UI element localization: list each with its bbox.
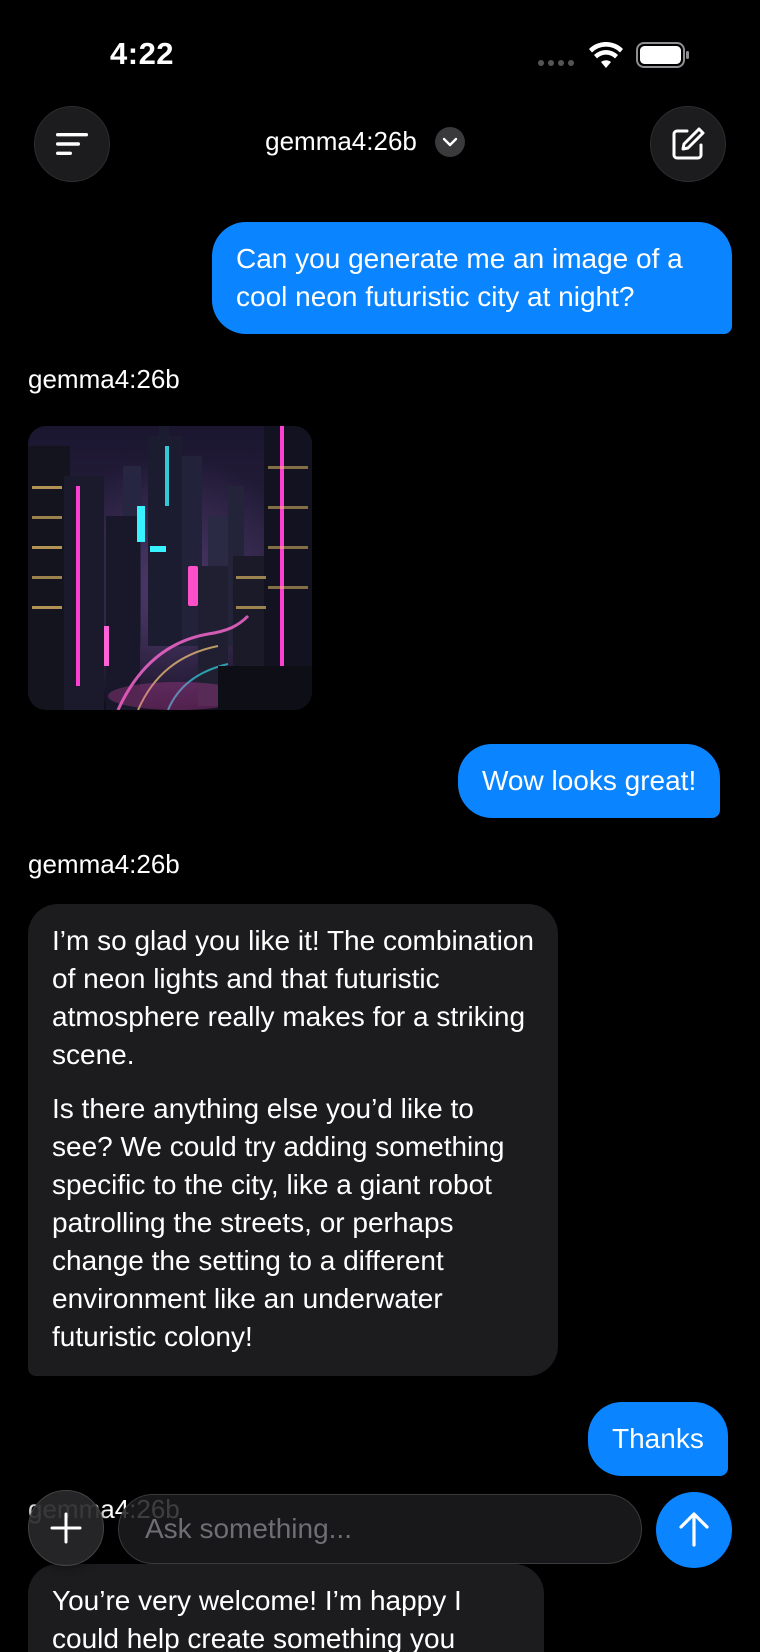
assistant-message: You’re very welcome! I’m happy I could h… — [28, 1564, 544, 1652]
message-paragraph: Is there anything else you’d like to see… — [52, 1093, 505, 1352]
chat-header: gemma4:26b — [0, 106, 760, 186]
compose-icon — [672, 127, 705, 160]
send-button[interactable] — [656, 1492, 732, 1568]
assistant-message: I’m so glad you like it! The combination… — [28, 904, 558, 1376]
model-picker[interactable]: gemma4:26b — [0, 126, 760, 157]
user-message: Thanks — [588, 1402, 728, 1476]
generated-image[interactable] — [28, 426, 312, 710]
new-chat-button[interactable] — [650, 106, 726, 182]
composer-bar: Ask something... — [0, 1484, 760, 1574]
status-time: 4:22 — [110, 36, 175, 71]
neon-city-image — [28, 426, 312, 710]
arrow-up-icon — [679, 1512, 709, 1547]
model-name[interactable]: gemma4:26b — [265, 126, 417, 157]
message-input[interactable]: Ask something... — [118, 1494, 642, 1564]
status-bar: 4:22 — [0, 0, 760, 110]
plus-icon — [50, 1512, 82, 1544]
message-paragraph: I’m so glad you like it! The combination… — [52, 925, 534, 1070]
attach-button[interactable] — [28, 1490, 104, 1566]
wifi-icon — [589, 42, 623, 68]
signal-dots-icon — [538, 60, 574, 66]
input-placeholder: Ask something... — [145, 1513, 352, 1544]
chevron-down-icon[interactable] — [434, 126, 465, 157]
assistant-name-label: gemma4:26b — [28, 849, 180, 879]
user-message: Can you generate me an image of a cool n… — [212, 222, 732, 334]
user-message: Wow looks great! — [458, 744, 721, 818]
battery-icon — [636, 42, 689, 68]
assistant-name-label: gemma4:26b — [28, 364, 180, 394]
